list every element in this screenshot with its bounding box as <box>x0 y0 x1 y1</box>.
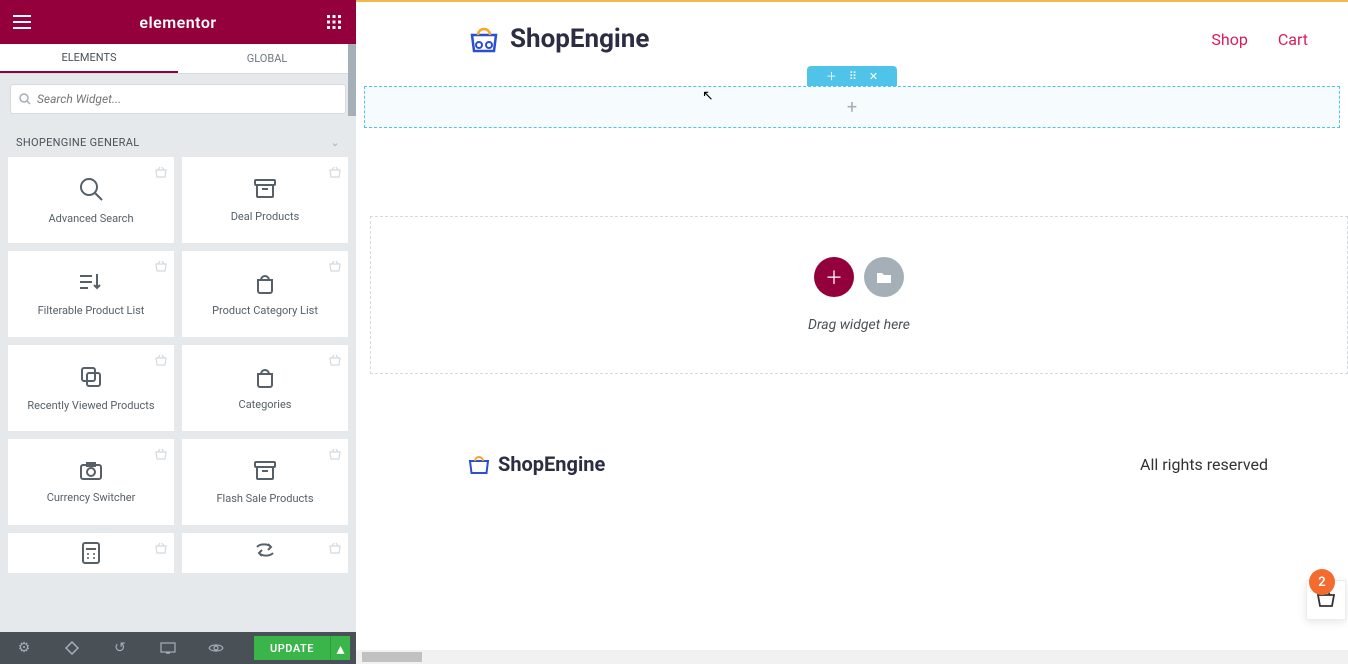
widget-product-category-list[interactable]: Product Category List <box>182 251 348 337</box>
add-widget-button[interactable]: ＋ <box>814 257 854 297</box>
footer-logo-text: ShopEngine <box>498 452 605 476</box>
edit-section-icon[interactable]: ⠿ <box>849 70 857 83</box>
nav-shop[interactable]: Shop <box>1211 30 1247 49</box>
cart-count-badge: 2 <box>1309 569 1335 595</box>
search-input[interactable] <box>37 92 337 106</box>
chevron-down-icon: ⌄ <box>330 136 340 149</box>
basket-icon <box>328 163 342 182</box>
sidebar-footer: ⚙ ↺ UPDATE ▴ <box>0 632 356 664</box>
widget-label: Categories <box>239 398 292 411</box>
widget-advanced-search[interactable]: Advanced Search <box>8 157 174 243</box>
widget-label: Recently Viewed Products <box>27 399 154 412</box>
sidebar-topbar: elementor <box>0 0 356 44</box>
basket-icon <box>328 257 342 276</box>
footer-logo[interactable]: ShopEngine <box>466 452 605 476</box>
search-widget-box <box>10 84 346 114</box>
brand-label: elementor <box>139 13 216 32</box>
horizontal-scrollbar[interactable] <box>356 650 1348 664</box>
archive-icon <box>253 178 277 200</box>
widget-label: Product Category List <box>212 304 318 317</box>
tab-global[interactable]: GLOBAL <box>178 44 356 73</box>
basket-icon <box>328 445 342 464</box>
elementor-sidebar: elementor ELEMENTS GLOBAL SHOPENGINE GEN… <box>0 0 356 664</box>
preview-icon[interactable] <box>192 632 240 664</box>
refresh-icon <box>254 541 276 559</box>
archive-icon <box>253 460 277 482</box>
basket-icon <box>154 351 168 370</box>
plus-icon: + <box>847 97 857 118</box>
update-button[interactable]: UPDATE <box>254 636 330 660</box>
section-toolbar: ＋ ⠿ ✕ <box>807 66 897 86</box>
basket-icon <box>154 539 168 558</box>
update-dropdown[interactable]: ▴ <box>330 636 350 660</box>
section-title: SHOPENGINE GENERAL <box>16 136 139 149</box>
widget-label: Currency Switcher <box>47 491 136 504</box>
calculator-icon <box>81 541 101 565</box>
search-icon <box>78 176 104 202</box>
bag-icon <box>254 272 276 294</box>
widget-flash-sale[interactable]: Flash Sale Products <box>182 439 348 525</box>
widget-recently-viewed[interactable]: Recently Viewed Products <box>8 345 174 431</box>
settings-icon[interactable]: ⚙ <box>0 632 48 664</box>
widget-partial-1[interactable] <box>8 533 174 573</box>
sidebar-tabs: ELEMENTS GLOBAL <box>0 44 356 74</box>
widget-label: Flash Sale Products <box>216 492 313 505</box>
drop-hint: Drag widget here <box>808 317 910 333</box>
nav-cart[interactable]: Cart <box>1278 30 1308 49</box>
widget-deal-products[interactable]: Deal Products <box>182 157 348 243</box>
copy-icon <box>79 365 103 389</box>
widget-label: Deal Products <box>231 210 300 223</box>
camera-icon <box>79 461 103 481</box>
basket-icon <box>328 539 342 558</box>
add-section-icon[interactable]: ＋ <box>826 68 837 84</box>
bag-icon <box>254 366 276 388</box>
close-section-icon[interactable]: ✕ <box>869 70 878 83</box>
widget-label: Filterable Product List <box>38 304 145 317</box>
tab-elements[interactable]: ELEMENTS <box>0 44 178 73</box>
widget-currency-switcher[interactable]: Currency Switcher <box>8 439 174 525</box>
basket-icon <box>154 445 168 464</box>
list-sort-icon <box>78 272 104 294</box>
basket-icon <box>328 351 342 370</box>
search-icon <box>19 90 31 109</box>
apps-icon[interactable] <box>322 10 346 34</box>
footer-rights: All rights reserved <box>1140 455 1268 474</box>
widget-filterable-product-list[interactable]: Filterable Product List <box>8 251 174 337</box>
logo-text: ShopEngine <box>510 24 649 54</box>
basket-icon <box>154 163 168 182</box>
widgets-grid: Advanced Search Deal Products Filterable… <box>0 157 356 573</box>
responsive-icon[interactable] <box>144 632 192 664</box>
widget-partial-2[interactable] <box>182 533 348 573</box>
section-header[interactable]: SHOPENGINE GENERAL ⌄ <box>0 124 356 157</box>
main-nav: Shop Cart <box>1211 30 1308 49</box>
canvas: ShopEngine Shop Cart ＋ ⠿ ✕ + ＋ Drag widg… <box>356 0 1348 664</box>
navigator-icon[interactable] <box>48 632 96 664</box>
cart-fab[interactable]: 2 <box>1306 580 1346 620</box>
site-logo[interactable]: ShopEngine <box>466 23 649 55</box>
site-footer: ShopEngine All rights reserved <box>356 434 1348 494</box>
template-library-button[interactable] <box>864 257 904 297</box>
section-wrapper: ＋ ⠿ ✕ + <box>356 78 1348 136</box>
basket-icon <box>154 257 168 276</box>
widget-label: Advanced Search <box>49 212 134 225</box>
empty-section[interactable]: + <box>364 86 1340 128</box>
menu-icon[interactable] <box>10 10 34 34</box>
history-icon[interactable]: ↺ <box>96 632 144 664</box>
drop-zone[interactable]: ＋ Drag widget here <box>370 216 1348 374</box>
widget-categories[interactable]: Categories <box>182 345 348 431</box>
